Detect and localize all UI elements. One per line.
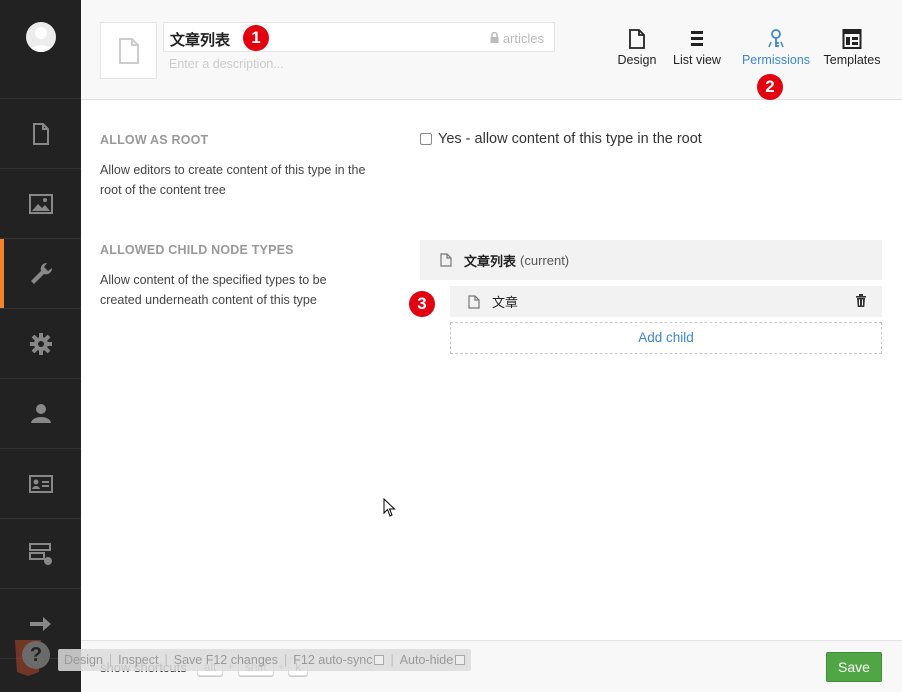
document-icon	[118, 37, 139, 64]
gear-icon	[29, 332, 52, 355]
user-icon	[30, 403, 51, 423]
allow-root-checkbox[interactable]	[420, 133, 432, 145]
help-button[interactable]: ?	[22, 641, 50, 669]
child-doctype-name: 文章	[492, 296, 519, 311]
allow-root-title: ALLOW AS ROOT	[100, 133, 209, 147]
tab-design[interactable]: Design	[606, 28, 668, 67]
id-card-icon	[28, 474, 53, 493]
allow-root-checkbox-label[interactable]: Yes - allow content of this type in the …	[438, 131, 702, 147]
sidebar-item-members[interactable]	[0, 449, 81, 519]
current-doctype-suffix: (current)	[520, 252, 570, 268]
trash-icon[interactable]	[856, 294, 866, 311]
sidebar-item-developer[interactable]	[0, 309, 81, 379]
document-icon	[468, 294, 480, 309]
current-doctype-name: 文章列表	[464, 254, 517, 270]
child-doctype-row: 文章	[450, 286, 882, 317]
save-button[interactable]: Save	[826, 652, 882, 682]
user-avatar-icon	[28, 27, 53, 52]
image-icon	[28, 193, 53, 214]
mouse-cursor-icon	[383, 498, 396, 517]
dev-save-changes-link[interactable]: Save F12 changes	[174, 653, 278, 667]
template-icon	[842, 29, 862, 49]
allowed-children-title: ALLOWED CHILD NODE TYPES	[100, 243, 294, 257]
annotation-badge-2: 2	[757, 74, 783, 100]
lock-icon[interactable]	[490, 31, 499, 46]
document-icon	[440, 253, 452, 267]
tab-design-label: Design	[617, 53, 657, 67]
name-value: 文章列表	[170, 31, 231, 49]
tab-templates[interactable]: Templates	[820, 28, 884, 67]
key-icon	[768, 29, 784, 48]
sidebar: ?	[0, 0, 81, 692]
sidebar-item-users[interactable]	[0, 379, 81, 449]
wrench-icon	[30, 262, 52, 284]
sidebar-item-settings[interactable]	[0, 239, 81, 309]
tab-list-view-label: List view	[673, 53, 721, 67]
document-icon	[629, 29, 645, 49]
sidebar-item-content[interactable]	[0, 99, 81, 169]
annotation-badge-1: 1	[243, 25, 269, 51]
tab-permissions-label: Permissions	[741, 53, 811, 67]
allow-root-description: Allow editors to create content of this …	[100, 163, 366, 197]
avatar-area	[0, 0, 81, 99]
dev-auto-hide-label[interactable]: Auto-hide	[400, 653, 454, 667]
tab-permissions[interactable]: Permissions	[736, 28, 816, 67]
dev-inspect-link[interactable]: Inspect	[118, 653, 158, 667]
list-icon	[691, 31, 703, 46]
alias-value: articles	[502, 31, 544, 46]
sidebar-item-forms[interactable]	[0, 519, 81, 589]
tab-list-view[interactable]: List view	[670, 28, 724, 67]
dev-design-link[interactable]: Design	[64, 653, 103, 667]
annotation-badge-3: 3	[409, 291, 435, 317]
dev-auto-sync-label[interactable]: F12 auto-sync	[293, 653, 372, 667]
editor-tabs: Design List view Permissions Templates	[606, 28, 902, 67]
browser-link-toolbar: Design | Inspect | Save F12 changes | F1…	[58, 649, 472, 671]
dev-auto-hide-checkbox[interactable]	[455, 655, 466, 665]
description-input[interactable]: Enter a description...	[169, 57, 284, 71]
avatar[interactable]	[25, 22, 56, 52]
allow-root-checkbox-row[interactable]: Yes - allow content of this type in the …	[420, 131, 702, 147]
current-doctype-row: 文章列表 (current)	[420, 240, 882, 280]
tab-templates-label: Templates	[823, 53, 881, 67]
arrow-right-icon	[29, 616, 51, 631]
sidebar-item-media[interactable]	[0, 169, 81, 239]
alias-field[interactable]: articles	[490, 31, 544, 46]
add-child-button[interactable]: Add child	[450, 322, 882, 354]
name-input[interactable]: 文章列表 articles	[163, 22, 555, 52]
forms-icon	[28, 542, 52, 565]
allowed-children-description: Allow content of the specified types to …	[100, 273, 327, 307]
document-icon	[32, 122, 49, 145]
doctype-icon-picker[interactable]	[100, 22, 157, 79]
dev-auto-sync-checkbox[interactable]	[374, 655, 385, 665]
